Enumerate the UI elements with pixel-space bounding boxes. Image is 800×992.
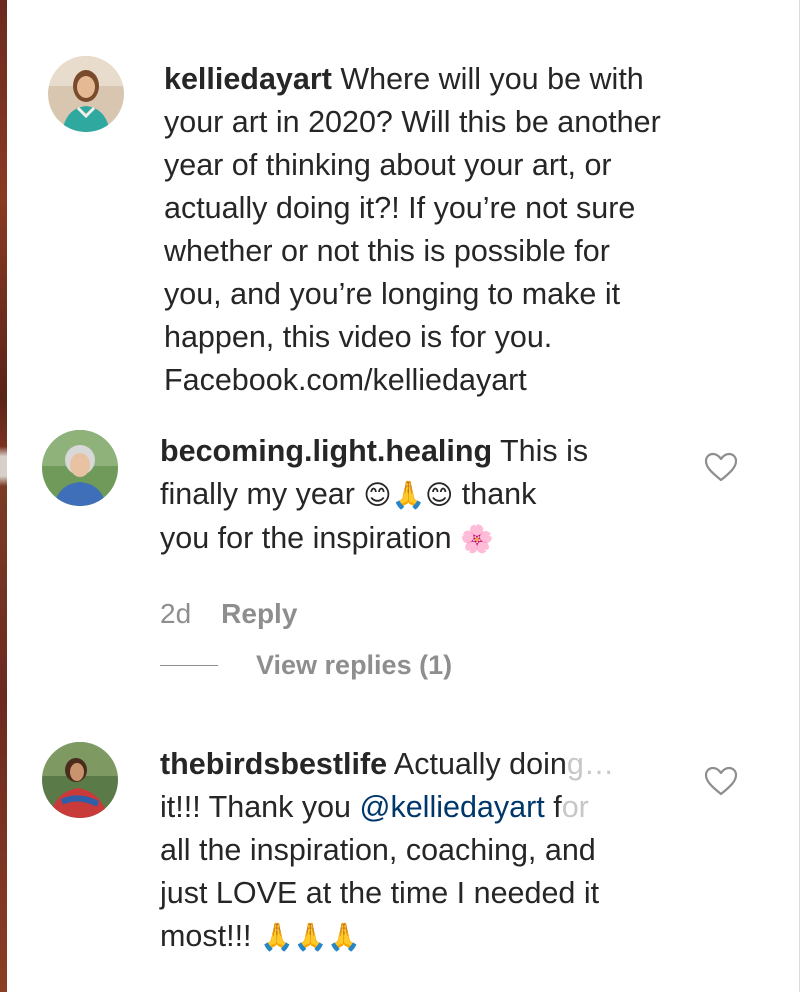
- comment-line: actually doing it?! If you’re not sure: [164, 191, 636, 225]
- emoji: 🙏🙏🙏: [260, 922, 361, 953]
- comment-text: thebirdsbestlife Actually doing… it!!! T…: [160, 743, 614, 959]
- comment-line: most!!! 🙏🙏🙏: [160, 919, 361, 953]
- avatar-kelliedayart-image: [48, 56, 124, 132]
- background-edge: [0, 0, 7, 992]
- comment-text: becoming.light.healing This is finally m…: [160, 430, 588, 561]
- comment-line: your art in 2020? Will this be another: [164, 105, 661, 139]
- comment-line: happen, this video is for you.: [164, 320, 553, 354]
- avatar-becoming-light-healing-image: [42, 430, 118, 506]
- comment-line: you for the inspiration 🌸: [160, 521, 494, 555]
- username-link[interactable]: kelliedayart: [164, 62, 332, 96]
- like-button[interactable]: [704, 452, 738, 482]
- heart-outline-icon: [704, 452, 738, 482]
- emoji: 🌸: [460, 524, 494, 555]
- replies-divider: [160, 665, 218, 666]
- comment-line: thebirdsbestlife Actually doing…: [160, 747, 615, 781]
- comment-line: Facebook.com/kelliedayart: [164, 363, 527, 397]
- view-replies-button[interactable]: View replies (1): [160, 650, 452, 681]
- comment-line: whether or not this is possible for: [164, 234, 610, 268]
- view-replies-label: View replies (1): [256, 650, 453, 680]
- username-link[interactable]: becoming.light.healing: [160, 434, 492, 468]
- username-link[interactable]: thebirdsbestlife: [160, 747, 387, 781]
- comment-text: kelliedayart Where will you be with your…: [164, 58, 661, 402]
- comment-line: becoming.light.healing This is: [160, 434, 589, 468]
- comment-line: you, and you’re longing to make it: [164, 277, 621, 311]
- avatar[interactable]: [48, 56, 124, 132]
- comment-meta: 2d Reply: [160, 598, 297, 630]
- emoji: 😊🙏😊: [363, 480, 454, 511]
- avatar[interactable]: [42, 430, 118, 506]
- avatar[interactable]: [42, 742, 118, 818]
- reply-button[interactable]: Reply: [221, 598, 297, 629]
- heart-outline-icon: [704, 766, 738, 796]
- like-button[interactable]: [704, 766, 738, 796]
- comment-line: year of thinking about your art, or: [164, 148, 612, 182]
- comment-line: finally my year 😊🙏😊 thank: [160, 477, 537, 511]
- mention-link[interactable]: @kelliedayart: [360, 790, 545, 824]
- avatar-thebirdsbestlife-image: [42, 742, 118, 818]
- comment-line: kelliedayart Where will you be with: [164, 62, 644, 96]
- comment-line: just LOVE at the time I needed it: [160, 876, 600, 910]
- comment-time: 2d: [160, 598, 192, 629]
- comment-line: it!!! Thank you @kelliedayart for: [160, 790, 589, 824]
- comment-line: all the inspiration, coaching, and: [160, 833, 596, 867]
